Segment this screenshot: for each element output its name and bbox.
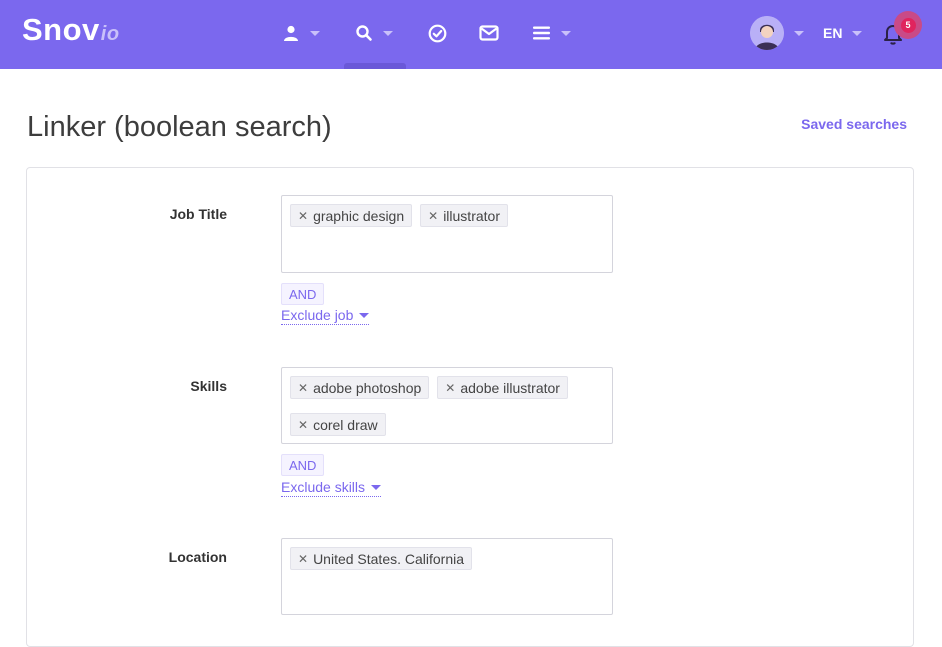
- notification-badge: 5: [894, 11, 922, 39]
- location-label: Location: [168, 549, 227, 565]
- skills-operator[interactable]: AND: [281, 454, 325, 476]
- search-icon: [356, 25, 372, 41]
- chevron-down-icon: [383, 30, 393, 36]
- tag: ✕ adobe illustrator: [437, 376, 568, 399]
- tag: ✕ graphic design: [290, 204, 413, 227]
- location-input[interactable]: ✕ United States. California: [281, 538, 613, 615]
- avatar: [750, 16, 784, 50]
- tag: ✕ adobe photoshop: [290, 376, 430, 399]
- notifications-button[interactable]: 5: [876, 11, 922, 54]
- saved-searches-link[interactable]: Saved searches: [801, 116, 907, 132]
- job-title-label: Job Title: [169, 206, 227, 222]
- exclude-skills-toggle[interactable]: Exclude skills: [281, 479, 382, 497]
- tag: ✕ corel draw: [290, 413, 386, 436]
- chevron-down-icon: [371, 484, 382, 490]
- remove-tag-icon[interactable]: ✕: [298, 209, 308, 223]
- chevron-down-icon: [359, 312, 370, 318]
- page-title: Linker (boolean search): [27, 111, 332, 143]
- hamburger-icon: [533, 26, 550, 40]
- search-form-card: Job Title ✕ graphic design ✕ illustrator A…: [26, 167, 914, 647]
- tag: ✕ United States. California: [290, 547, 473, 570]
- nav-contacts[interactable]: [282, 20, 320, 46]
- chevron-down-icon: [310, 30, 320, 36]
- chevron-down-icon: [561, 30, 571, 36]
- language-label: EN: [823, 25, 843, 41]
- account-menu[interactable]: [750, 16, 804, 50]
- exclude-job-toggle[interactable]: Exclude job: [281, 307, 370, 325]
- mail-icon: [479, 25, 499, 41]
- user-icon: [284, 25, 298, 41]
- nav-tasks[interactable]: [428, 20, 447, 46]
- job-title-operator[interactable]: AND: [281, 283, 325, 305]
- job-title-input[interactable]: ✕ graphic design ✕ illustrator: [281, 195, 613, 273]
- remove-tag-icon[interactable]: ✕: [298, 381, 308, 395]
- chevron-down-icon: [794, 30, 804, 36]
- nav-search[interactable]: [355, 20, 393, 46]
- chevron-down-icon: [852, 30, 863, 36]
- check-circle-icon: [428, 24, 447, 42]
- logo[interactable]: Snovio: [22, 12, 120, 48]
- tag: ✕ illustrator: [420, 204, 508, 227]
- active-tab-indicator: [344, 63, 406, 69]
- skills-label: Skills: [190, 378, 227, 394]
- top-navbar: Snovio EN 5: [0, 0, 942, 69]
- remove-tag-icon[interactable]: ✕: [298, 418, 308, 432]
- nav-email[interactable]: [479, 20, 499, 46]
- remove-tag-icon[interactable]: ✕: [445, 381, 455, 395]
- remove-tag-icon[interactable]: ✕: [298, 552, 308, 566]
- skills-input[interactable]: ✕ adobe photoshop ✕ adobe illustrator ✕ cor…: [281, 367, 613, 444]
- remove-tag-icon[interactable]: ✕: [428, 209, 438, 223]
- nav-menu[interactable]: [532, 20, 571, 46]
- language-selector[interactable]: EN: [823, 20, 863, 46]
